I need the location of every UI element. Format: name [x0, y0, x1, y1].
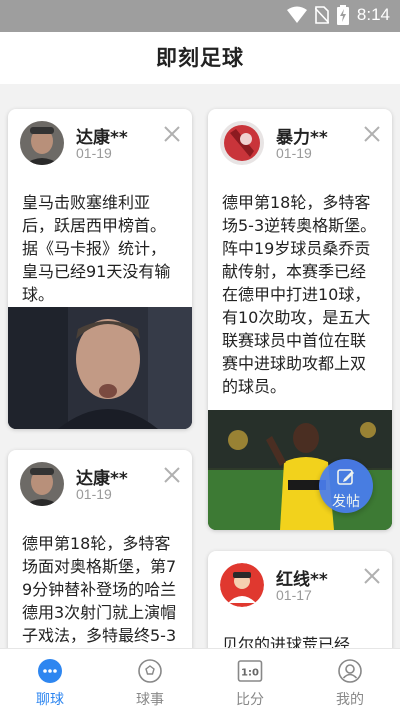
post-card[interactable]: 达康** 01-19 德甲第18轮，多特客场面对奥格斯堡，第79分钟替补登场的哈… [8, 450, 192, 648]
battery-charging-icon [336, 5, 349, 25]
tab-label: 聊球 [36, 692, 64, 708]
page-title: 即刻足球 [156, 46, 244, 70]
tab-label: 我的 [336, 692, 364, 708]
tab-news[interactable]: 球事 [100, 649, 200, 711]
close-icon[interactable] [162, 465, 182, 485]
close-icon[interactable] [362, 124, 382, 144]
post-card[interactable]: 达康** 01-19 皇马击败塞维利亚后，跃居西甲榜首。据《马卡报》统计，皇马已… [8, 109, 192, 429]
tab-scores[interactable]: 1:0 比分 [200, 649, 300, 711]
avatar[interactable] [220, 121, 264, 165]
edit-icon [337, 469, 354, 485]
avatar[interactable] [20, 121, 64, 165]
post-feed[interactable]: 达康** 01-19 皇马击败塞维利亚后，跃居西甲榜首。据《马卡报》统计，皇马已… [0, 84, 400, 648]
app-bar: 即刻足球 [0, 32, 400, 84]
tab-label: 球事 [136, 692, 164, 708]
new-post-label: 发帖 [332, 494, 360, 510]
post-date: 01-19 [76, 145, 112, 161]
chat-icon [38, 659, 62, 683]
svg-text:1:0: 1:0 [241, 668, 259, 679]
post-date: 01-17 [276, 587, 312, 603]
no-sim-icon [314, 6, 329, 24]
tab-profile[interactable]: 我的 [300, 649, 400, 711]
status-bar: 8:14 [0, 0, 400, 32]
close-icon[interactable] [162, 124, 182, 144]
post-text: 德甲第18轮，多特客场面对奥格斯堡，第79分钟替补登场的哈兰德用3次射门就上演帽… [22, 534, 177, 645]
post-date: 01-19 [76, 486, 112, 502]
post-text: 贝尔的进球荒已经 [222, 635, 351, 648]
bottom-tab-bar: 聊球 球事 1:0 比分 我的 [0, 648, 400, 711]
new-post-button[interactable]: 发帖 [319, 459, 373, 513]
avatar[interactable] [220, 563, 264, 607]
football-icon [138, 659, 162, 683]
post-text: 德甲第18轮，多特客场5-3逆转奥格斯堡。阵中19岁球员桑乔贡献传射，本赛季已经… [222, 193, 377, 396]
post-header: 达康** 01-19 [8, 109, 192, 177]
clock: 8:14 [356, 5, 390, 24]
tab-label: 比分 [236, 692, 264, 708]
profile-icon [338, 659, 362, 683]
post-image[interactable] [8, 307, 192, 429]
post-text: 皇马击败塞维利亚后，跃居西甲榜首。据《马卡报》统计，皇马已经91天没有输球。 [22, 193, 171, 304]
post-header: 红线** 01-17 [208, 551, 392, 619]
score-icon: 1:0 [237, 660, 263, 682]
post-date: 01-19 [276, 145, 312, 161]
post-card[interactable]: 红线** 01-17 贝尔的进球荒已经 [208, 551, 392, 648]
tab-chat[interactable]: 聊球 [0, 649, 100, 711]
post-header: 暴力** 01-19 [208, 109, 392, 177]
avatar[interactable] [20, 462, 64, 506]
close-icon[interactable] [362, 566, 382, 586]
post-header: 达康** 01-19 [8, 450, 192, 518]
wifi-icon [286, 6, 307, 23]
